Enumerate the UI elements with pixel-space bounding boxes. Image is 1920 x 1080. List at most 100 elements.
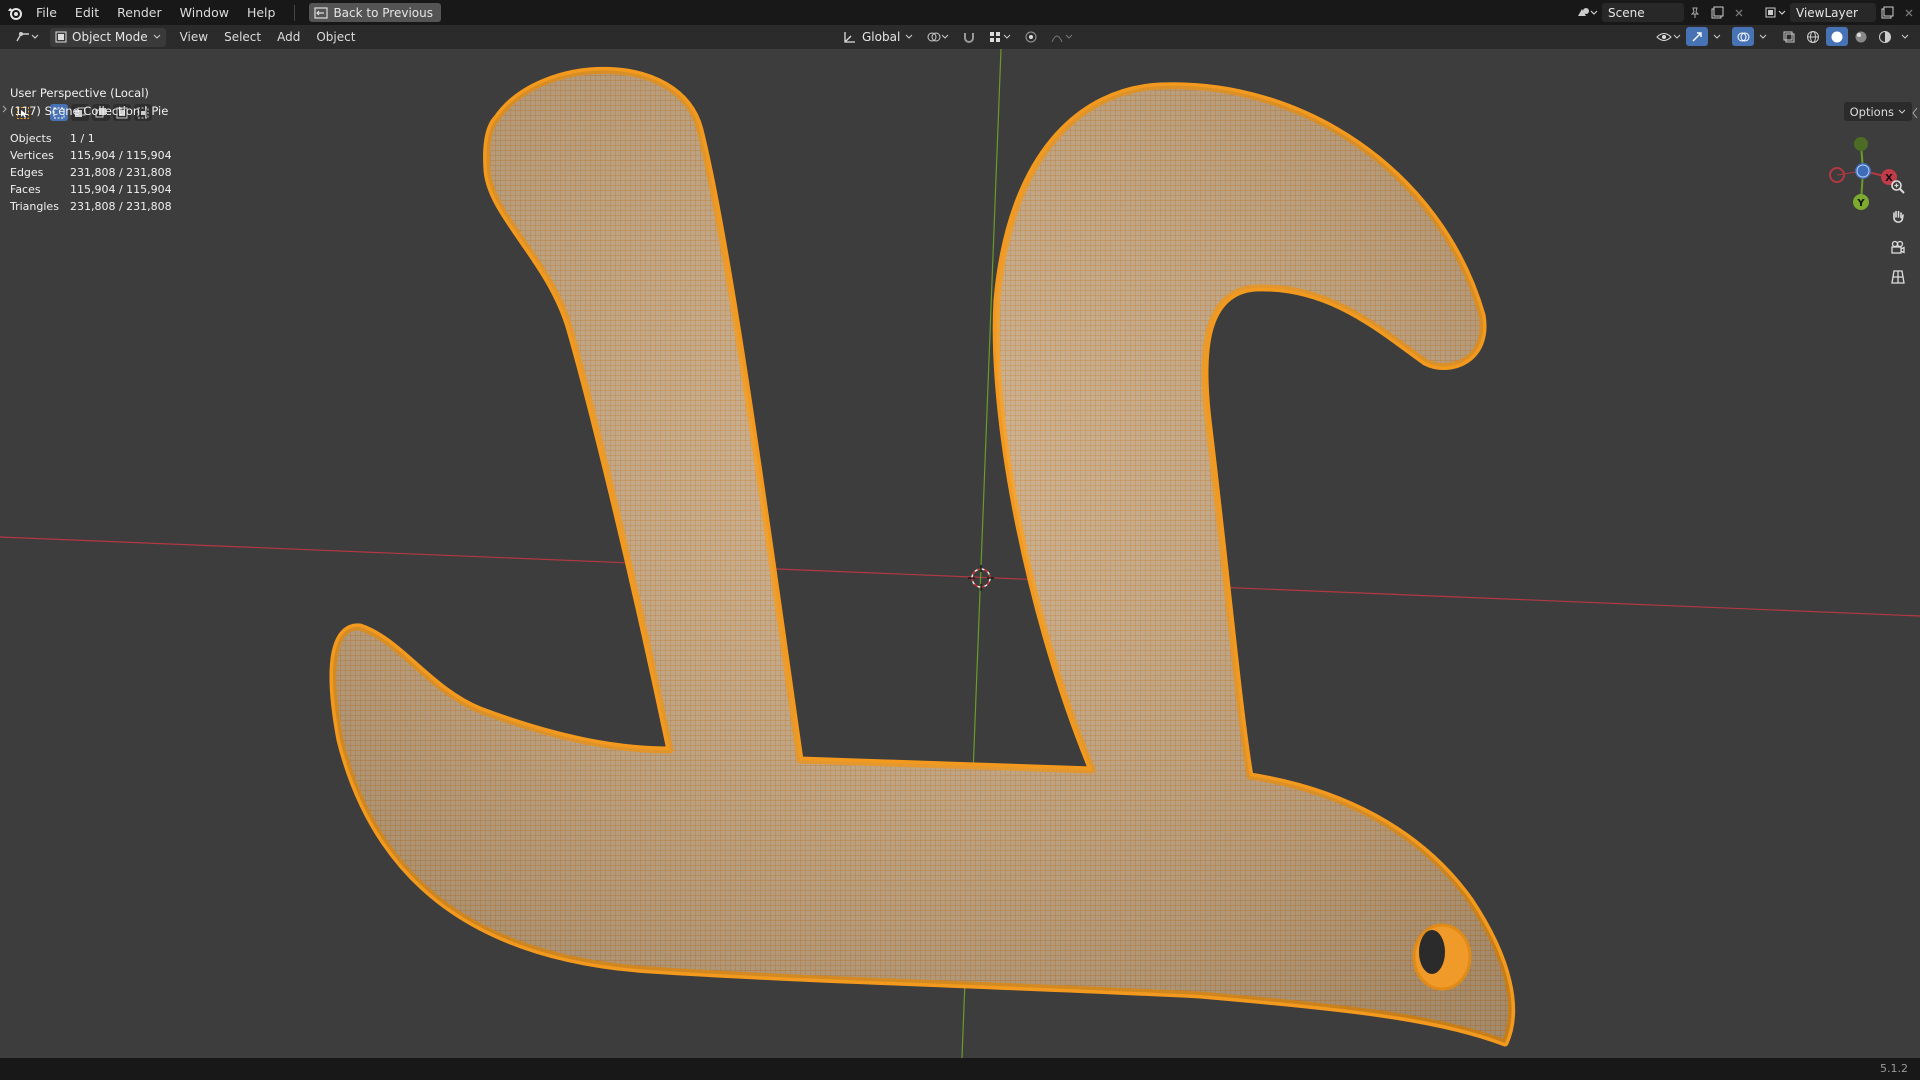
- menu-help[interactable]: Help: [238, 0, 285, 25]
- topbar-right: Scene ViewLayer: [1572, 0, 1920, 25]
- new-scene-button[interactable]: [1706, 3, 1728, 22]
- camera-icon: [1891, 240, 1905, 254]
- version-label: 5.1.2: [1880, 1062, 1908, 1075]
- orientation-global-icon: [844, 31, 855, 43]
- menu-select[interactable]: Select: [216, 30, 269, 44]
- visibility-dropdown[interactable]: [1654, 27, 1684, 46]
- gizmo-toggle[interactable]: [1686, 27, 1708, 46]
- back-to-previous-label: Back to Previous: [333, 5, 433, 20]
- snap-toggle[interactable]: [958, 27, 980, 46]
- gizmo-dropdown[interactable]: [1710, 27, 1724, 46]
- pivot-point-dropdown[interactable]: [924, 27, 952, 46]
- xray-toggle[interactable]: [1778, 27, 1800, 46]
- stats-value: 231,808 / 231,808: [70, 200, 172, 213]
- stats-key: Vertices: [10, 149, 54, 162]
- pivot-icon: [927, 32, 949, 41]
- scene-statistics: Objects 1 / 1 Vertices 115,904 / 115,904…: [10, 130, 172, 215]
- object-mode-label: Object Mode: [72, 30, 148, 44]
- stats-value: 115,904 / 115,904: [70, 183, 172, 196]
- scene-name: Scene: [1608, 5, 1645, 20]
- x-axis-line: [0, 536, 1920, 617]
- menu-render[interactable]: Render: [108, 0, 171, 25]
- overlays-toggle[interactable]: [1732, 27, 1754, 46]
- stats-value: 231,808 / 231,808: [70, 166, 172, 179]
- shading-solid-button[interactable]: [1826, 27, 1848, 46]
- options-dropdown[interactable]: Options: [1843, 102, 1912, 121]
- viewport-header: Object Mode View Select Add Object Globa…: [0, 25, 1920, 49]
- chevron-down-icon: [1759, 34, 1767, 39]
- menu-object[interactable]: Object: [308, 30, 363, 44]
- menu-view[interactable]: View: [172, 30, 216, 44]
- viewlayer-name-field[interactable]: ViewLayer: [1790, 3, 1876, 22]
- eye-icon: [1656, 32, 1681, 41]
- zoom-magnifier-icon: [1891, 180, 1905, 194]
- shading-material-button[interactable]: [1850, 27, 1872, 46]
- overlays-dropdown[interactable]: [1756, 27, 1770, 46]
- orientation-dropdown[interactable]: Global: [838, 27, 918, 46]
- pin-scene-button[interactable]: [1684, 3, 1706, 22]
- delete-viewlayer-button[interactable]: [1898, 3, 1920, 22]
- gizmo-y-label: Y: [1856, 198, 1865, 209]
- shading-wireframe-button[interactable]: [1802, 27, 1824, 46]
- gizmo-y-negative[interactable]: [1854, 137, 1868, 151]
- top-bar: File Edit Render Window Help Back to Pre…: [0, 0, 1920, 25]
- close-icon: [1735, 9, 1743, 16]
- menu-add[interactable]: Add: [269, 30, 308, 44]
- scene-browse-button[interactable]: [1572, 3, 1602, 22]
- hand-icon: [1893, 210, 1904, 223]
- shading-dropdown[interactable]: [1898, 27, 1912, 46]
- collapse-arrow-icon[interactable]: [2, 104, 8, 114]
- pan-button[interactable]: [1886, 205, 1910, 229]
- transform-controls: Global: [838, 27, 1076, 46]
- chevron-down-icon: [153, 34, 160, 39]
- stats-row: Objects 1 / 1: [10, 130, 172, 147]
- snap-target-dropdown[interactable]: [986, 27, 1014, 46]
- magnet-icon: [964, 32, 975, 43]
- menu-edit[interactable]: Edit: [66, 0, 108, 25]
- stats-value: 1 / 1: [70, 132, 95, 145]
- delete-scene-button[interactable]: [1728, 3, 1750, 22]
- camera-view-button[interactable]: [1886, 235, 1910, 259]
- stats-key: Objects: [10, 132, 52, 145]
- chevron-down-icon: [905, 34, 913, 39]
- menu-file[interactable]: File: [27, 0, 66, 25]
- chevron-down-icon: [1901, 34, 1909, 39]
- rendered-sphere-icon: [1879, 30, 1891, 43]
- new-viewlayer-button[interactable]: [1876, 3, 1898, 22]
- divider: [294, 4, 296, 21]
- solid-sphere-icon: [1831, 31, 1843, 42]
- pie-mesh-object[interactable]: [329, 66, 1516, 1047]
- chevron-down-icon: [1713, 34, 1721, 39]
- duplicate-icon: [1711, 6, 1724, 18]
- proportional-editing-toggle[interactable]: [1020, 27, 1042, 46]
- zoom-button[interactable]: [1886, 175, 1910, 199]
- viewport-info: User Perspective (Local) (117) Scene Col…: [10, 84, 168, 120]
- xray-icon: [1783, 31, 1795, 42]
- duplicate-icon: [1881, 6, 1894, 18]
- viewlayer-browse-button[interactable]: [1760, 3, 1790, 22]
- shading-rendered-button[interactable]: [1874, 27, 1896, 46]
- menu-window[interactable]: Window: [171, 0, 238, 25]
- scene-name-field[interactable]: Scene: [1602, 3, 1684, 22]
- viewport-canvas[interactable]: [0, 49, 1920, 1058]
- stats-row: Triangles 231,808 / 231,808: [10, 198, 172, 215]
- object-mode-dropdown[interactable]: Object Mode: [50, 27, 166, 47]
- stats-row: Vertices 115,904 / 115,904: [10, 147, 172, 164]
- scene-icon: [1578, 7, 1598, 16]
- stats-row: Faces 115,904 / 115,904: [10, 181, 172, 198]
- blender-logo-icon[interactable]: [7, 5, 23, 21]
- proportional-edit-icon: [1025, 31, 1037, 42]
- pin-icon: [1690, 7, 1700, 18]
- editor-type-dropdown[interactable]: [10, 28, 44, 47]
- perspective-toggle-button[interactable]: [1886, 265, 1910, 289]
- stats-key: Edges: [10, 166, 44, 179]
- orientation-label: Global: [862, 29, 901, 44]
- 3d-viewport[interactable]: Options X Y User Perspective (Local) (11…: [0, 49, 1920, 1058]
- proportional-falloff-dropdown[interactable]: [1048, 27, 1076, 46]
- stats-value: 115,904 / 115,904: [70, 149, 172, 162]
- view-layer-name: ViewLayer: [1796, 5, 1858, 20]
- sidebar-toggle-icon[interactable]: [1910, 106, 1920, 120]
- 3d-viewport-icon: [16, 32, 39, 42]
- back-to-previous-button[interactable]: Back to Previous: [309, 3, 441, 22]
- options-label: Options: [1849, 104, 1894, 119]
